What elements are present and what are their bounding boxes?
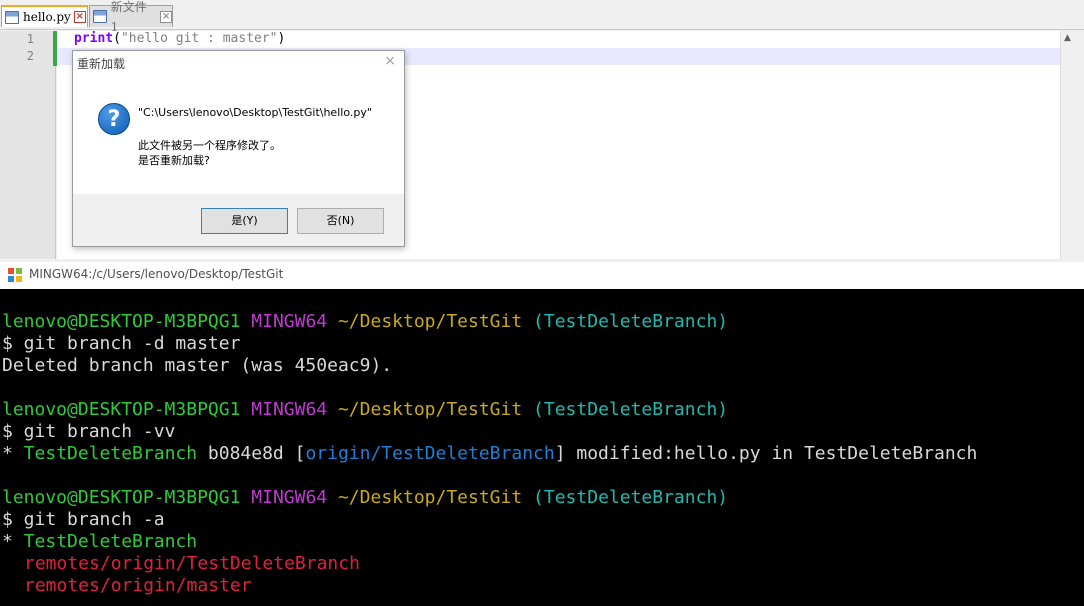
line-number-gutter: 1 2 <box>0 31 56 259</box>
prompt-line: lenovo@DESKTOP-M3BPQG1 MINGW64 ~/Desktop… <box>2 311 729 332</box>
yes-button[interactable]: 是(Y) <box>201 208 288 234</box>
code-line-1: print("hello git : master") <box>74 31 286 46</box>
dialog-message-1: 此文件被另一个程序修改了。 <box>138 139 281 152</box>
close-tab-icon[interactable]: × <box>160 10 172 23</box>
prompt-line: lenovo@DESKTOP-M3BPQG1 MINGW64 ~/Desktop… <box>2 487 729 508</box>
dialog-file-path: "C:\Users\lenovo\Desktop\TestGit\hello.p… <box>138 106 372 119</box>
output-line: Deleted branch master (was 450eac9). <box>2 355 393 376</box>
reload-dialog: 重新加载 × ? "C:\Users\lenovo\Desktop\TestGi… <box>72 50 405 247</box>
tab-new-file-1[interactable]: 新文件 1 × <box>89 0 173 34</box>
local-branch-line: * TestDeleteBranch <box>2 531 198 552</box>
question-icon: ? <box>98 103 130 135</box>
terminal-output[interactable]: lenovo@DESKTOP-M3BPQG1 MINGW64 ~/Desktop… <box>0 289 1084 606</box>
terminal-title-bar: MINGW64:/c/Users/lenovo/Desktop/TestGit <box>0 262 1084 289</box>
dialog-footer: 是(Y) 否(N) <box>73 194 404 246</box>
scroll-up-arrow-icon[interactable]: ▲ <box>1064 33 1071 43</box>
branch-vv-line: * TestDeleteBranch b084e8d [origin/TestD… <box>2 443 978 464</box>
command-line: $ git branch -a <box>2 509 165 530</box>
close-tab-icon[interactable]: × <box>73 11 86 23</box>
line-number: 2 <box>26 49 34 63</box>
line-number: 1 <box>26 32 34 46</box>
no-button[interactable]: 否(N) <box>297 208 384 234</box>
remote-branch-line: remotes/origin/TestDeleteBranch <box>24 553 360 574</box>
file-saved-icon <box>5 10 19 24</box>
file-unsaved-icon <box>93 10 107 23</box>
command-line: $ git branch -vv <box>2 421 176 442</box>
close-icon[interactable]: × <box>384 53 396 69</box>
tab-hello-py[interactable]: hello.py × <box>1 5 88 27</box>
remote-branch-line: remotes/origin/master <box>24 575 252 596</box>
vertical-scrollbar[interactable]: ▲ <box>1060 31 1077 259</box>
tab-bar: hello.py × 新文件 1 × <box>0 0 1084 34</box>
terminal-title: MINGW64:/c/Users/lenovo/Desktop/TestGit <box>29 267 284 281</box>
dialog-title: 重新加载 <box>77 57 126 71</box>
prompt-line: lenovo@DESKTOP-M3BPQG1 MINGW64 ~/Desktop… <box>2 399 729 420</box>
command-line: $ git branch -d master <box>2 333 241 354</box>
git-bash-icon <box>8 268 22 282</box>
tab-label: hello.py <box>23 10 71 24</box>
dialog-message-2: 是否重新加载? <box>138 154 210 167</box>
